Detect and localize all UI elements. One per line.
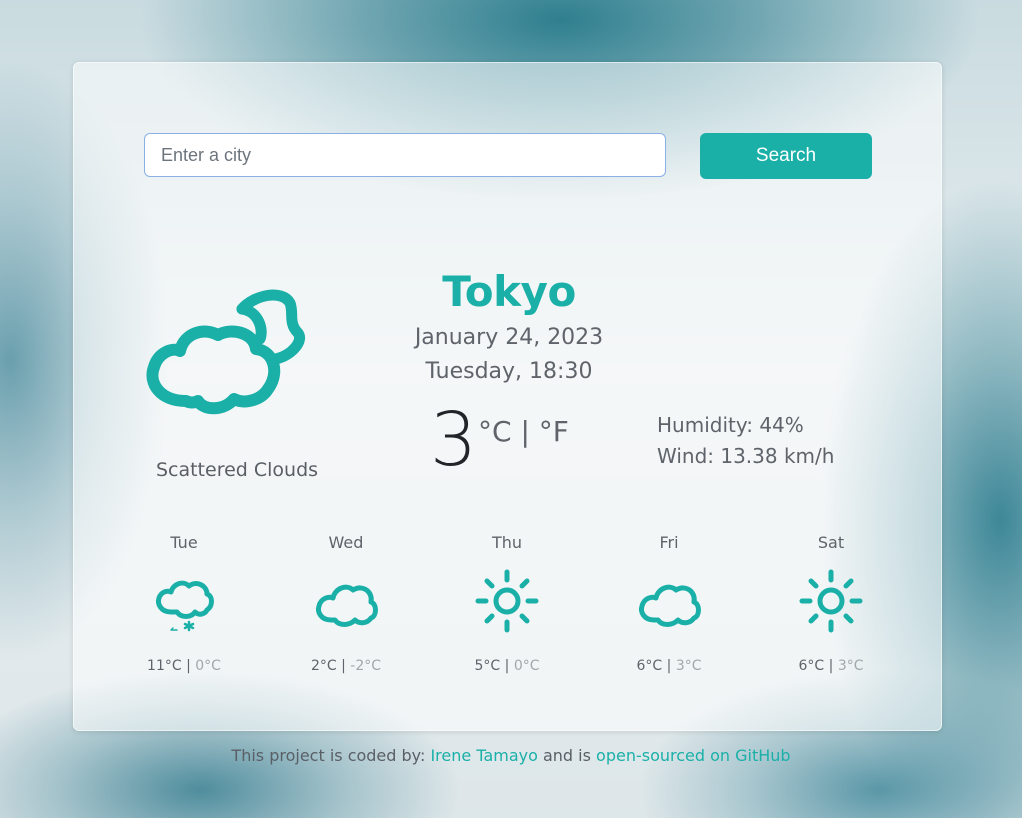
cloud-icon [316, 584, 378, 627]
forecast-temps: 6°C | 3°C [609, 658, 729, 674]
cloud-moon-icon [142, 289, 314, 425]
forecast-day: Wed 2°C | -2°C [286, 533, 406, 674]
author-link[interactable]: Irene Tamayo [430, 746, 537, 765]
current-day-time: Tuesday, 18:30 [425, 359, 593, 384]
sun-icon [799, 569, 863, 633]
forecast-max-temp: 5°C [474, 658, 501, 674]
city-search-input[interactable] [144, 133, 666, 177]
forecast-separator: | [828, 658, 838, 674]
city-name: Tokyo [442, 267, 576, 316]
footer-prefix: This project is coded by: [231, 746, 431, 765]
forecast-separator: | [341, 658, 351, 674]
forecast-day-name: Sat [817, 533, 845, 552]
current-date: January 24, 2023 [414, 325, 604, 350]
forecast-separator: | [186, 658, 196, 674]
forecast-day-name: Tue [170, 533, 198, 552]
forecast-temps: 6°C | 3°C [771, 658, 891, 674]
forecast-max-temp: 6°C [636, 658, 663, 674]
footer: This project is coded by: Irene Tamayo a… [0, 746, 1022, 765]
forecast-max-temp: 11°C [147, 658, 182, 674]
search-button[interactable]: Search [700, 133, 872, 179]
forecast-temps: 2°C | -2°C [286, 658, 406, 674]
forecast-separator: | [666, 658, 676, 674]
forecast-separator: | [504, 658, 514, 674]
forecast-max-temp: 2°C [310, 658, 337, 674]
weather-description: Scattered Clouds [155, 459, 319, 481]
forecast-temps: 11°C | 0°C [124, 658, 244, 674]
forecast-day: Thu 5°C | 0°C [447, 533, 567, 674]
forecast-min-temp: 0°C [513, 658, 540, 674]
forecast-max-temp: 6°C [798, 658, 825, 674]
wind-value: Wind: 13.38 km/h [657, 444, 835, 468]
forecast-min-temp: 3°C [837, 658, 864, 674]
unit-toggle[interactable]: °C | °F [478, 415, 569, 448]
forecast-min-temp: -2°C [350, 658, 382, 674]
forecast-day-name: Fri [659, 533, 679, 552]
github-link[interactable]: open-sourced on GitHub [596, 746, 791, 765]
cloud-icon [639, 584, 701, 627]
forecast-day-name: Thu [491, 533, 523, 552]
forecast-day-name: Wed [328, 533, 364, 552]
forecast-day: Tue 11°C | 0°C [124, 533, 244, 674]
forecast-min-temp: 3°C [675, 658, 702, 674]
forecast-temps: 5°C | 0°C [447, 658, 567, 674]
forecast-min-temp: 0°C [195, 658, 221, 674]
sun-icon [475, 569, 539, 633]
forecast-day: Fri 6°C | 3°C [609, 533, 729, 674]
humidity-value: Humidity: 44% [657, 413, 804, 437]
cloud-snow-icon [156, 580, 214, 632]
footer-middle: and is [537, 746, 597, 765]
forecast-day: Sat 6°C | 3°C [771, 533, 891, 674]
current-temperature: 3 [430, 397, 478, 483]
weather-card: Search Scattered Clouds Tokyo January 24… [73, 62, 942, 731]
